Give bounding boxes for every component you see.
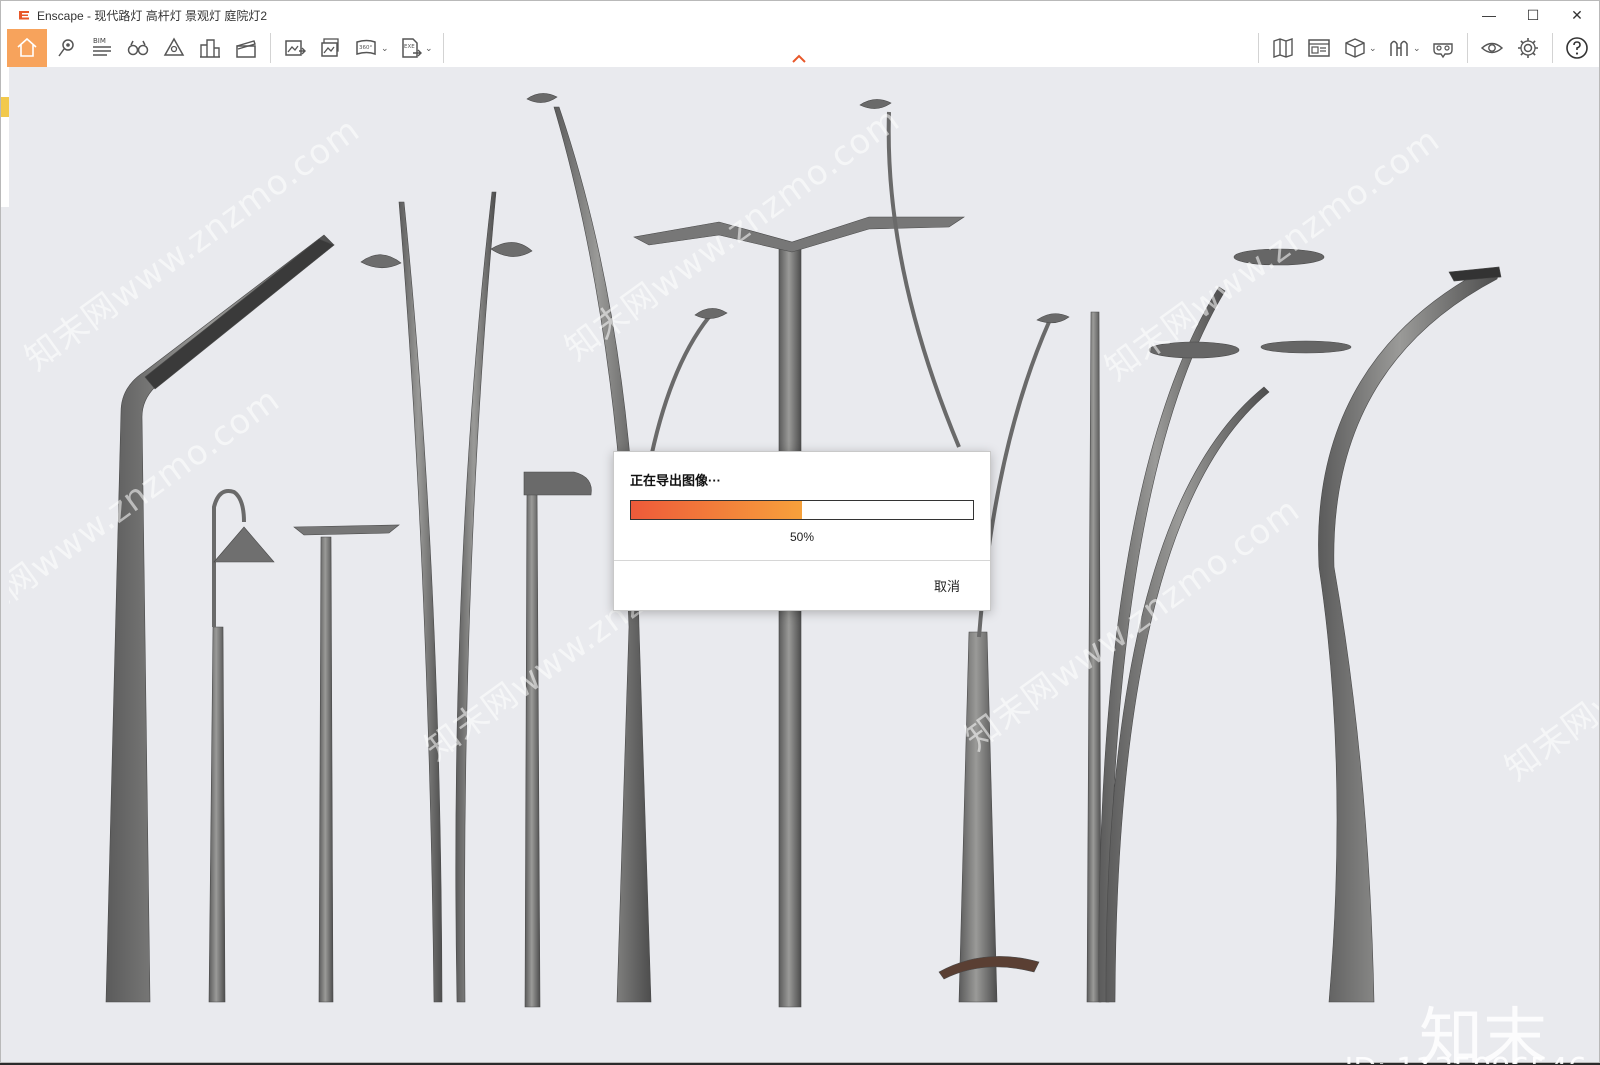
lamp-head bbox=[1036, 313, 1070, 324]
walk-mode-button[interactable] bbox=[121, 30, 155, 66]
export-progress-bar bbox=[630, 500, 974, 520]
vr-button[interactable] bbox=[1382, 30, 1416, 66]
asset-library-button[interactable] bbox=[1338, 30, 1372, 66]
window-title: Enscape - 现代路灯 高杆灯 景观灯 庭院灯2 bbox=[37, 8, 268, 23]
location-pin-icon bbox=[58, 39, 74, 57]
toolbar-separator bbox=[443, 33, 444, 63]
lamp-arm bbox=[647, 315, 711, 468]
lamp-head bbox=[360, 254, 402, 269]
general-settings-button[interactable] bbox=[1511, 30, 1545, 66]
standalone-export-button[interactable]: EXE bbox=[394, 30, 428, 66]
cube-icon bbox=[1345, 38, 1365, 58]
screenshot-manager-icon bbox=[1308, 39, 1330, 57]
close-button[interactable]: ✕ bbox=[1555, 1, 1599, 29]
vr-dropdown-caret[interactable]: ⌄ bbox=[1413, 43, 1423, 54]
exe-label: EXE bbox=[404, 44, 415, 50]
binoculars-icon bbox=[127, 40, 149, 56]
clapperboard-icon bbox=[236, 40, 256, 58]
material-editor-button[interactable] bbox=[1426, 30, 1460, 66]
toolbar-separator bbox=[1467, 33, 1468, 63]
dialog-divider bbox=[614, 560, 990, 561]
lamp-head bbox=[293, 524, 400, 536]
panorama-label: 360° bbox=[359, 45, 372, 51]
progress-percent: 50% bbox=[789, 530, 815, 544]
site-context-button[interactable] bbox=[193, 30, 227, 66]
home-icon bbox=[17, 37, 37, 57]
lamp-pole bbox=[1105, 386, 1270, 1003]
map-icon bbox=[1273, 38, 1293, 58]
window-controls: — ☐ ✕ bbox=[1467, 1, 1599, 29]
toolbar-separator bbox=[1552, 33, 1553, 63]
collapse-toolbar-chevron-icon[interactable] bbox=[791, 52, 807, 64]
visibility-icon bbox=[1480, 42, 1504, 54]
lamp-pole bbox=[208, 626, 226, 1003]
lamp-pole bbox=[455, 191, 497, 1003]
cancel-button[interactable]: 取消 bbox=[934, 576, 960, 595]
batch-render-icon bbox=[321, 38, 339, 57]
bim-button[interactable]: BIM bbox=[85, 30, 119, 66]
panorama-button[interactable]: 360° bbox=[350, 30, 384, 66]
lamp-pole bbox=[778, 246, 802, 1008]
lamp-pole bbox=[318, 536, 334, 1003]
progress-fill bbox=[631, 501, 802, 519]
lamp-pole bbox=[524, 486, 541, 1008]
export-progress-dialog: 正在导出图像··· 50% 取消 bbox=[613, 451, 991, 611]
materials-icon bbox=[1433, 43, 1453, 59]
toolbar-separator bbox=[270, 33, 271, 63]
help-button[interactable] bbox=[1560, 30, 1594, 66]
minimize-button[interactable]: — bbox=[1467, 1, 1511, 29]
video-editor-button[interactable] bbox=[229, 30, 263, 66]
host-app-side-strip bbox=[1, 67, 9, 207]
batch-render-button[interactable] bbox=[314, 30, 348, 66]
perspective-icon bbox=[163, 37, 185, 56]
lamp-head bbox=[490, 242, 533, 257]
maximize-button[interactable]: ☐ bbox=[1511, 1, 1555, 29]
help-icon bbox=[1566, 37, 1588, 59]
standalone-exe-icon: EXE bbox=[402, 38, 422, 58]
lamp-pole bbox=[958, 631, 998, 1003]
settings-icon bbox=[1518, 38, 1538, 58]
map-button[interactable] bbox=[1266, 30, 1300, 66]
lamp-head bbox=[523, 471, 592, 496]
buildings-icon bbox=[200, 39, 220, 58]
toolbar-separator bbox=[1258, 33, 1259, 63]
export-image-button[interactable] bbox=[278, 30, 312, 66]
bim-label: BIM bbox=[93, 37, 106, 45]
lamp-arm bbox=[886, 111, 961, 448]
vr-headset-icon bbox=[1390, 40, 1408, 56]
export-image-icon bbox=[285, 40, 306, 56]
perspective-button[interactable] bbox=[157, 30, 191, 66]
lamp-pole bbox=[398, 201, 443, 1003]
dialog-title: 正在导出图像··· bbox=[630, 473, 721, 488]
lamp-head bbox=[526, 93, 558, 103]
host-app-tab bbox=[1, 97, 9, 117]
export-dropdown-caret[interactable]: ⌄ bbox=[425, 43, 435, 54]
views-button[interactable] bbox=[49, 30, 83, 66]
panorama-icon: 360° bbox=[356, 39, 376, 56]
visual-settings-button[interactable] bbox=[1475, 30, 1509, 66]
lamp-pole bbox=[1318, 271, 1500, 1003]
title-bar: Enscape - 现代路灯 高杆灯 景观灯 庭院灯2 — ☐ ✕ bbox=[1, 1, 1599, 29]
lamp-head bbox=[694, 308, 728, 319]
lamp-head bbox=[1260, 340, 1352, 354]
enscape-window: Enscape - 现代路灯 高杆灯 景观灯 庭院灯2 — ☐ ✕ BIM 36… bbox=[0, 0, 1600, 1064]
home-button[interactable] bbox=[7, 29, 47, 67]
lamp-head bbox=[213, 526, 275, 563]
panorama-dropdown-caret[interactable]: ⌄ bbox=[381, 43, 391, 54]
asset-library-dropdown-caret[interactable]: ⌄ bbox=[1369, 43, 1379, 54]
toolbar-right-group: ⌄ ⌄ bbox=[1252, 29, 1595, 67]
enscape-logo-icon bbox=[19, 11, 29, 20]
screenshot-manager-button[interactable] bbox=[1302, 30, 1336, 66]
id-watermark: ID: 1135096546 bbox=[1345, 1052, 1587, 1064]
bim-icon: BIM bbox=[93, 37, 111, 56]
